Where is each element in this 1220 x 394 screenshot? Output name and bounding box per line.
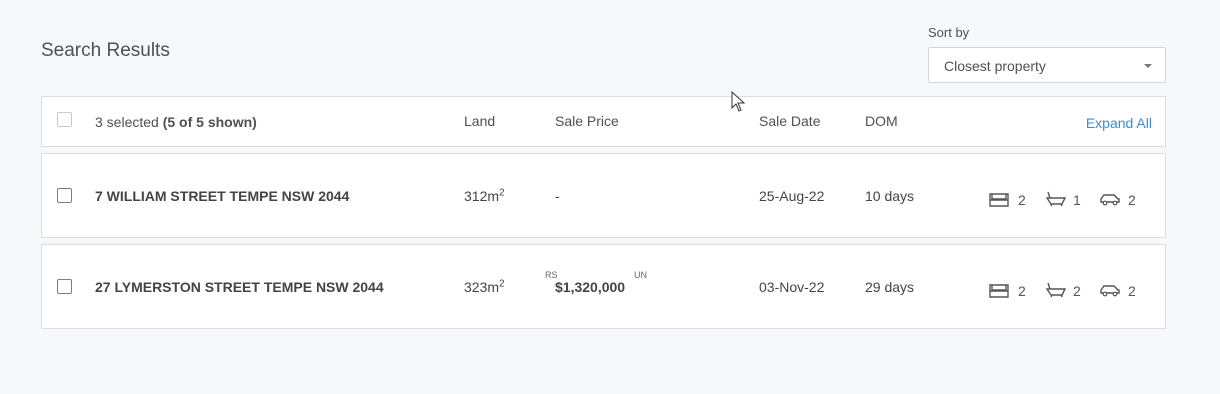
expand-all-link[interactable]: Expand All: [1086, 115, 1152, 131]
bathroom-count: 2: [1073, 283, 1081, 299]
days-on-market: 10 days: [865, 188, 915, 204]
row-checkbox[interactable]: [57, 279, 72, 294]
sale-price: -: [555, 188, 560, 204]
sale-price: $1,320,000: [555, 279, 626, 295]
bath-icon: [1045, 282, 1067, 298]
sale-date: 25-Aug-22: [759, 188, 825, 204]
land-unit-superscript: 2: [499, 187, 505, 199]
column-header-dom[interactable]: DOM: [865, 113, 898, 129]
bedroom-count: 2: [1018, 192, 1026, 208]
bed-icon: [989, 193, 1009, 207]
car-icon: [1100, 285, 1120, 297]
column-header-sale-price[interactable]: Sale Price: [555, 113, 619, 129]
price-tag-right: UN: [634, 270, 647, 280]
sale-date: 03-Nov-22: [759, 279, 825, 295]
page-title: Search Results: [41, 40, 170, 61]
bedroom-count: 2: [1018, 283, 1026, 299]
days-on-market: 29 days: [865, 279, 915, 295]
page: Search Results Sort by Closest property …: [0, 0, 1220, 394]
results-header: 3 selected (5 of 5 shown) Land Sale Pric…: [41, 96, 1166, 147]
column-header-land[interactable]: Land: [464, 113, 495, 129]
row-checkbox[interactable]: [57, 188, 72, 203]
sort-label: Sort by: [928, 25, 970, 40]
property-row[interactable]: 7 WILLIAM STREET TEMPE NSW 2044 312m2 - …: [41, 153, 1166, 238]
sort-selected-value: Closest property: [944, 58, 1046, 74]
shown-count: (5 of 5 shown): [162, 114, 257, 130]
land-value: 323m: [464, 279, 500, 295]
chevron-down-icon: [1144, 64, 1152, 68]
select-all-checkbox[interactable]: [57, 112, 72, 127]
bed-icon: [989, 284, 1009, 298]
car-icon: [1100, 194, 1120, 206]
sort-select[interactable]: Closest property: [928, 47, 1166, 83]
bath-icon: [1045, 191, 1067, 207]
car-space-count: 2: [1128, 283, 1136, 299]
car-space-count: 2: [1128, 192, 1136, 208]
bathroom-count: 1: [1073, 192, 1081, 208]
column-header-sale-date[interactable]: Sale Date: [759, 113, 820, 129]
selection-count: 3 selected (5 of 5 shown): [95, 114, 257, 130]
land-unit-superscript: 2: [499, 278, 505, 290]
property-address[interactable]: 27 LYMERSTON STREET TEMPE NSW 2044: [95, 279, 384, 295]
selected-count: 3 selected: [95, 114, 159, 130]
land-area: 323m2: [464, 279, 505, 295]
land-value: 312m: [464, 188, 500, 204]
property-address[interactable]: 7 WILLIAM STREET TEMPE NSW 2044: [95, 188, 349, 204]
mouse-cursor-icon: [731, 91, 746, 112]
property-row[interactable]: 27 LYMERSTON STREET TEMPE NSW 2044 323m2…: [41, 244, 1166, 329]
land-area: 312m2: [464, 188, 505, 204]
